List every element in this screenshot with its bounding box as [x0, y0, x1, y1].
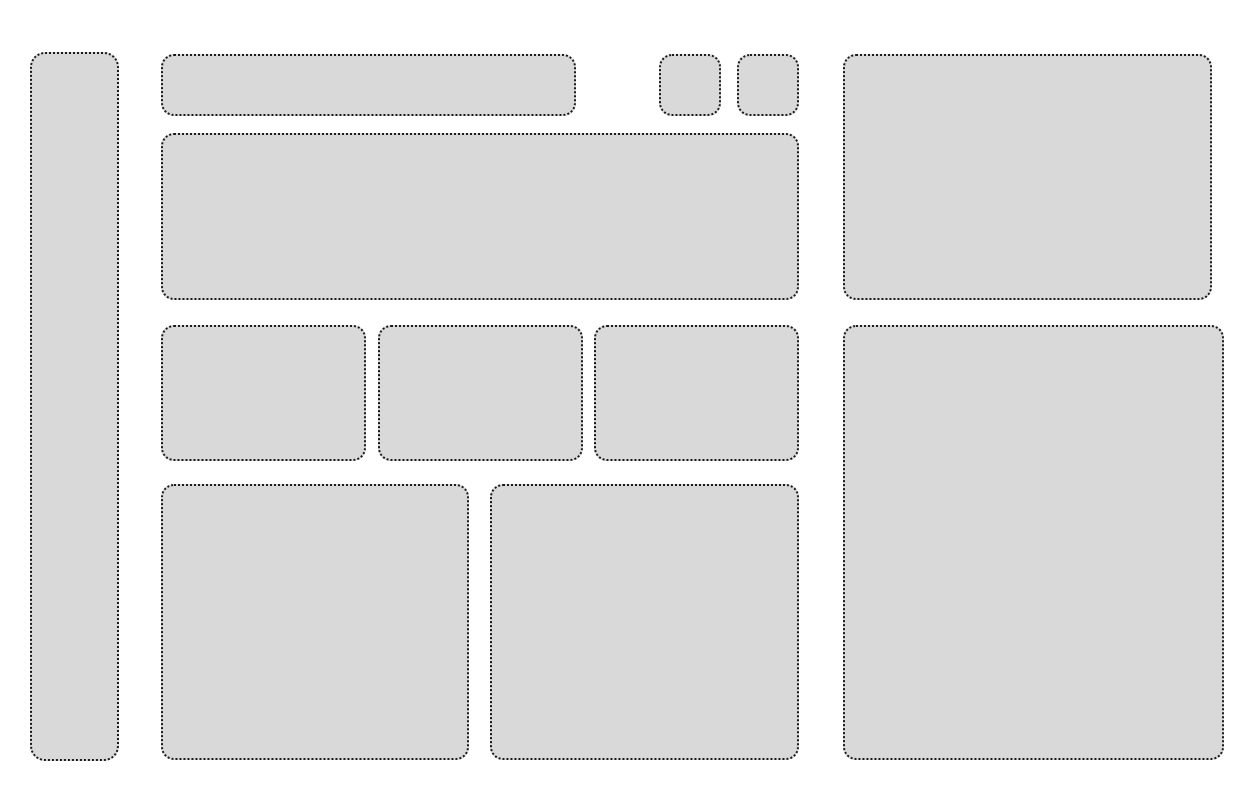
- stat-card-3-placeholder: [594, 325, 799, 461]
- top-action-button-2[interactable]: [737, 54, 799, 116]
- stat-card-2-placeholder: [378, 325, 583, 461]
- stat-card-1-placeholder: [161, 325, 366, 461]
- top-bar-placeholder[interactable]: [161, 54, 576, 116]
- right-panel-placeholder: [843, 325, 1224, 760]
- top-action-button-1[interactable]: [659, 54, 721, 116]
- hero-panel-placeholder: [161, 133, 799, 300]
- wireframe-page: [0, 0, 1260, 809]
- top-right-panel-placeholder: [843, 54, 1212, 300]
- bottom-right-panel-placeholder: [490, 484, 799, 760]
- bottom-left-panel-placeholder: [161, 484, 469, 760]
- sidebar-placeholder[interactable]: [30, 52, 119, 761]
